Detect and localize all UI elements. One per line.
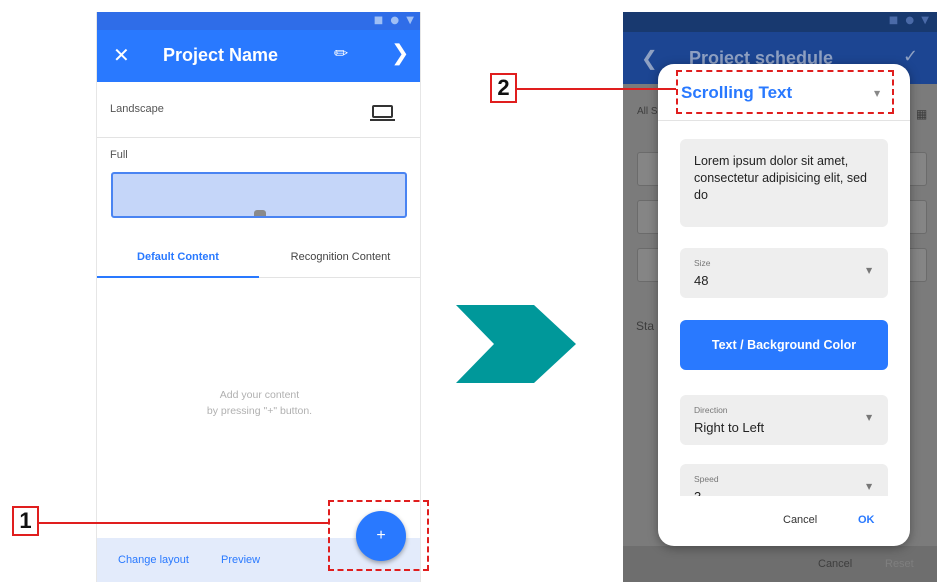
ok-button[interactable]: OK: [858, 514, 875, 526]
check-icon[interactable]: ✓: [903, 46, 918, 67]
size-caption: Size: [694, 258, 711, 268]
dialog-scroll-area[interactable]: Lorem ipsum dolor sit amet, consectetur …: [658, 121, 910, 496]
status-icons: ■ ● ▼: [373, 15, 416, 26]
back-icon[interactable]: ❮: [641, 46, 658, 70]
content-tabs: Default Content Recognition Content: [97, 238, 420, 278]
empty-hint-line-2: by pressing "+" button.: [206, 405, 313, 417]
direction-caption: Direction: [694, 405, 728, 415]
resize-handle[interactable]: [254, 210, 266, 216]
callout-line-1: [39, 522, 328, 524]
page-title: Project Name: [163, 45, 279, 65]
chevron-right-icon[interactable]: ❯: [391, 41, 409, 66]
tab-default-content[interactable]: Default Content: [97, 238, 259, 278]
scrolling-text-dialog: Scrolling Text ▼ Lorem ipsum dolor sit a…: [658, 64, 910, 546]
scrolling-text-input[interactable]: Lorem ipsum dolor sit amet, consectetur …: [680, 139, 888, 227]
status-bar: ■ ● ▼: [97, 12, 420, 30]
highlight-box-2: [676, 70, 894, 114]
chevron-down-icon: ▼: [866, 266, 873, 275]
callout-number-1: 1: [12, 506, 39, 536]
left-phone-screen: ■ ● ▼ ✕ Project Name ✏ ❯ Landscape Full …: [96, 12, 421, 582]
status-icons: ■ ● ▼: [888, 15, 931, 26]
bottom-bar: Cancel Reset: [623, 546, 937, 582]
background-schedule-label: All S: [637, 106, 658, 117]
layout-preview-region[interactable]: [111, 172, 407, 218]
close-icon[interactable]: ✕: [113, 43, 130, 67]
layout-label: Full: [110, 149, 128, 161]
empty-content-hint: Add your content by pressing "+" button.: [97, 387, 420, 419]
speed-select[interactable]: Speed 3 ▼: [680, 464, 888, 496]
speed-value: 3: [694, 489, 701, 496]
text-background-color-button[interactable]: Text / Background Color: [680, 320, 888, 370]
background-cancel-button: Cancel: [818, 558, 853, 570]
direction-select[interactable]: Direction Right to Left ▼: [680, 395, 888, 445]
app-bar: ✕ Project Name ✏ ❯: [97, 30, 420, 82]
direction-value: Right to Left: [694, 420, 765, 435]
status-bar: ■ ● ▼: [623, 12, 937, 32]
orientation-row[interactable]: Landscape: [97, 82, 420, 138]
size-select[interactable]: Size 48 ▼: [680, 248, 888, 298]
tab-recognition-content[interactable]: Recognition Content: [259, 238, 420, 278]
calendar-icon: ▦: [916, 107, 928, 121]
monitor-icon[interactable]: [370, 105, 395, 121]
chevron-down-icon: ▼: [866, 413, 873, 422]
empty-hint-line-1: Add your content: [219, 389, 300, 401]
preview-button[interactable]: Preview: [221, 554, 260, 566]
callout-line-2: [517, 88, 676, 90]
background-start-label: Sta: [636, 319, 655, 333]
chevron-down-icon: ▼: [866, 482, 873, 491]
change-layout-button[interactable]: Change layout: [118, 554, 189, 566]
arrow-shape: [456, 305, 576, 383]
orientation-label: Landscape: [110, 103, 164, 115]
cancel-button[interactable]: Cancel: [783, 514, 817, 526]
background-reset-button: Reset: [885, 558, 914, 570]
speed-caption: Speed: [694, 474, 719, 484]
transition-arrow-icon: [456, 305, 576, 383]
edit-icon[interactable]: ✏: [334, 44, 348, 64]
size-value: 48: [694, 273, 709, 288]
highlight-box-1: [328, 500, 429, 571]
callout-number-2: 2: [490, 73, 517, 103]
